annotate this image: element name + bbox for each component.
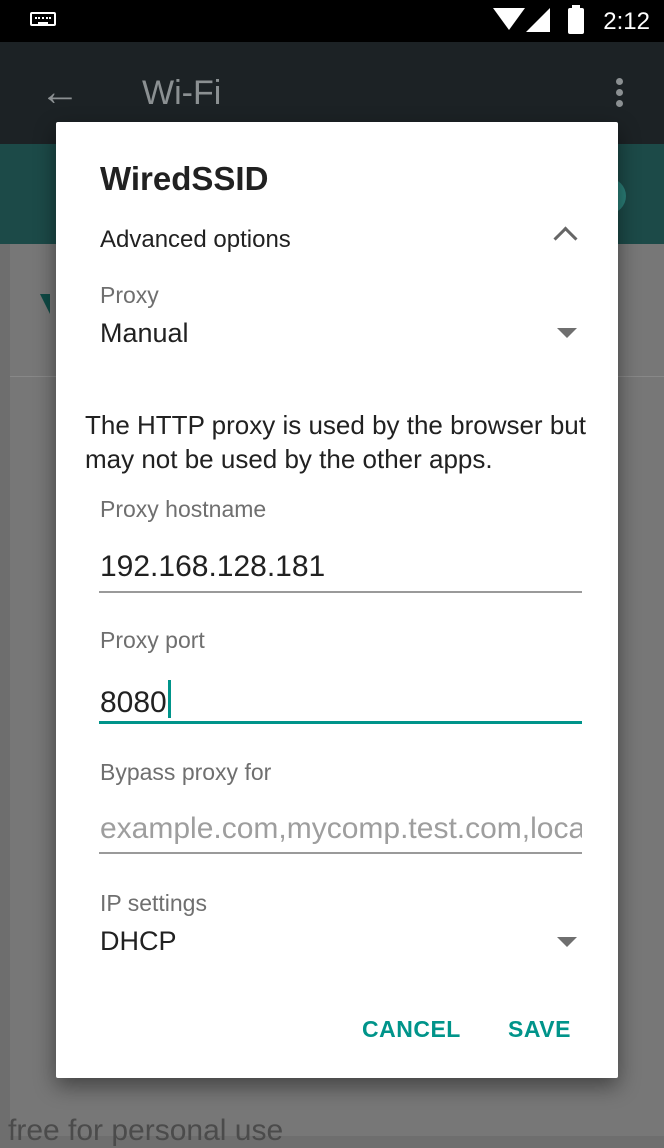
battery-icon [568, 5, 584, 34]
bypass-proxy-container [100, 812, 582, 852]
proxy-port-label: Proxy port [100, 627, 205, 653]
proxy-label: Proxy [100, 282, 159, 308]
status-bar: 2:12 [0, 0, 664, 42]
network-dialog: WiredSSID Advanced options Proxy Manual … [56, 122, 618, 1078]
text-cursor [167, 680, 171, 718]
proxy-port-underline [99, 721, 582, 724]
dialog-title: WiredSSID [100, 160, 269, 197]
cancel-button[interactable]: CANCEL [362, 1016, 461, 1043]
bypass-proxy-field[interactable] [100, 812, 582, 846]
chevron-up-icon[interactable] [553, 226, 578, 251]
proxy-select[interactable]: Manual [100, 318, 189, 349]
background-text: free for personal use [8, 1114, 284, 1147]
bypass-proxy-label: Bypass proxy for [100, 759, 272, 785]
status-time: 2:12 [603, 8, 650, 35]
cell-signal-icon [526, 8, 550, 32]
app-title: Wi-Fi [142, 74, 222, 112]
advanced-options-toggle[interactable]: Advanced options [100, 226, 291, 254]
wifi-signal-icon [493, 8, 525, 30]
overflow-menu-icon[interactable] [616, 78, 624, 108]
ip-settings-label: IP settings [100, 890, 207, 916]
proxy-info-text: The HTTP proxy is used by the browser bu… [85, 410, 586, 474]
proxy-port-field[interactable]: 8080 [100, 680, 171, 720]
proxy-hostname-label: Proxy hostname [100, 496, 267, 522]
proxy-hostname-underline [99, 591, 582, 593]
save-button[interactable]: SAVE [508, 1016, 571, 1043]
network-wifi-icon [40, 294, 50, 314]
dropdown-arrow-icon[interactable] [557, 937, 577, 947]
keyboard-icon [30, 12, 56, 26]
ip-settings-select[interactable]: DHCP [100, 926, 177, 957]
proxy-hostname-field[interactable]: 192.168.128.181 [100, 550, 325, 584]
dropdown-arrow-icon[interactable] [557, 328, 577, 338]
bypass-proxy-underline [99, 852, 582, 854]
back-arrow-icon[interactable]: ← [40, 72, 80, 112]
proxy-port-value: 8080 [100, 686, 167, 719]
